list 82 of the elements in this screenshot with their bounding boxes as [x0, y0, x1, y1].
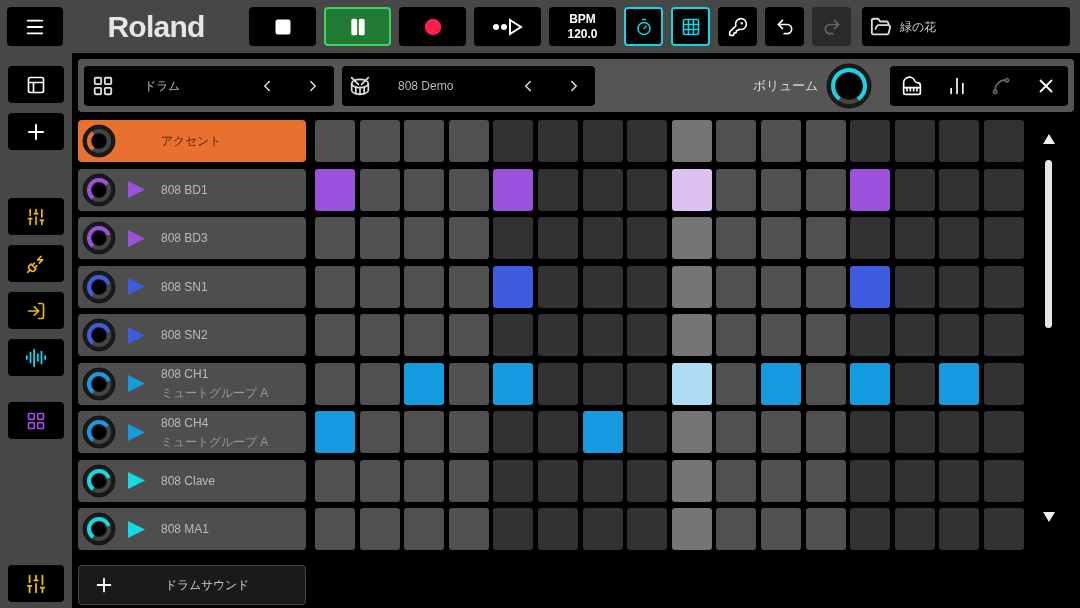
play-icon[interactable] [128, 472, 145, 489]
stop-button[interactable] [249, 7, 316, 46]
add-button[interactable] [8, 113, 64, 150]
sound-name: 808 SN2 [161, 327, 208, 344]
pads-button[interactable] [8, 402, 64, 439]
sound-row-header[interactable]: 808 MA1 [78, 508, 306, 550]
level-knob[interactable] [82, 415, 116, 449]
metronome-button[interactable] [624, 7, 663, 46]
level-knob[interactable] [82, 463, 116, 498]
menu-button[interactable] [7, 7, 63, 46]
grid-button[interactable] [671, 7, 710, 46]
sound-name: 808 CH1 [161, 366, 210, 383]
record-icon [423, 17, 442, 36]
level-knob[interactable] [82, 366, 116, 401]
piano-icon [902, 75, 923, 96]
step-pad[interactable] [404, 362, 445, 405]
pause-button[interactable] [324, 7, 391, 46]
step-pad[interactable] [582, 411, 623, 453]
play-icon[interactable] [128, 520, 145, 538]
step-pad[interactable] [671, 168, 712, 211]
play-icon[interactable] [128, 423, 145, 441]
sound-name: 808 BD1 [161, 181, 208, 199]
grid-icon [680, 16, 701, 37]
scroll-up-icon[interactable] [1042, 134, 1055, 144]
import-button[interactable] [8, 292, 64, 329]
stop-icon [273, 17, 292, 36]
step-pad[interactable] [850, 362, 891, 405]
logo: Roland [106, 9, 206, 45]
bpm-label: BPM [569, 11, 596, 27]
sliders-icon [26, 206, 46, 227]
curve-icon [991, 75, 1012, 96]
volume-label: ボリューム [753, 76, 818, 95]
key-button[interactable] [718, 7, 757, 46]
step-button[interactable] [474, 7, 541, 46]
song-button[interactable]: 緑の花 [862, 7, 1070, 46]
plugin-button[interactable] [8, 245, 64, 282]
step-pad[interactable] [760, 362, 801, 405]
pads-icon [26, 410, 46, 431]
wave-icon [25, 346, 47, 369]
sound-row-header[interactable]: 808 CH1 ミュートグループ A [78, 362, 306, 405]
mute-group-label: ミュートグループ A [161, 385, 269, 402]
grid-icon [92, 74, 114, 97]
folder-icon [870, 15, 892, 38]
instrument-selector[interactable]: ドラム [84, 65, 334, 106]
step-play-icon [492, 17, 523, 36]
mute-group-label: ミュートグループ A [161, 433, 269, 451]
accent-row-header[interactable]: アクセント [78, 120, 306, 162]
sound-name: 808 MA1 [161, 521, 210, 538]
bpm-value: 120.0 [567, 26, 598, 42]
undo-icon [774, 16, 795, 37]
metronome-icon [634, 17, 653, 36]
tone-button[interactable] [8, 198, 64, 235]
scroll-down-icon[interactable] [1042, 512, 1055, 522]
key-icon [727, 16, 748, 37]
undo-button[interactable] [765, 7, 804, 46]
drum-icon [350, 75, 370, 96]
play-icon[interactable] [128, 375, 145, 392]
sound-name: 808 Clave [161, 472, 216, 490]
import-icon [26, 300, 46, 321]
mixer-button[interactable] [8, 565, 64, 602]
step-pad[interactable] [493, 362, 534, 405]
sound-row-header[interactable]: 808 CH4 ミュートグループ A [78, 411, 306, 453]
kit-selector[interactable]: 808 Demo [342, 65, 595, 106]
plug-icon [26, 253, 46, 274]
sound-row-header[interactable]: 808 Clave [78, 459, 306, 502]
wave-button[interactable] [8, 339, 64, 376]
level-knob[interactable] [82, 512, 116, 546]
volume-knob[interactable] [826, 62, 872, 109]
mixer-icon [25, 572, 47, 595]
sound-name: 808 SN1 [161, 278, 208, 296]
bpm-display[interactable]: BPM 120.0 [549, 7, 616, 46]
layout-icon [26, 74, 46, 95]
sound-name: 808 BD3 [161, 230, 208, 247]
sound-name: 808 CH4 [161, 414, 210, 432]
level-knob[interactable] [82, 124, 116, 158]
scroll-thumb[interactable] [1045, 160, 1053, 328]
step-pad[interactable] [671, 362, 712, 405]
sound-name: アクセント [161, 133, 221, 150]
add-sound-button[interactable]: ドラムサウンド [78, 564, 306, 605]
step-pad[interactable] [939, 362, 980, 405]
record-button[interactable] [399, 7, 466, 46]
layout-button[interactable] [8, 66, 64, 103]
